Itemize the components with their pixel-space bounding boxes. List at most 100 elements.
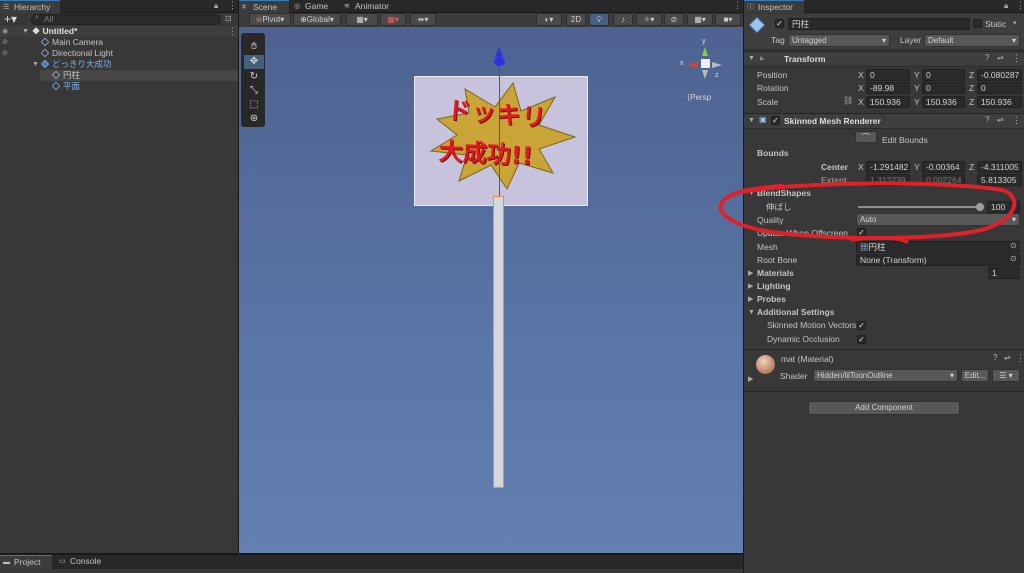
dynamic-occlusion-checkbox[interactable]: ✓	[857, 335, 866, 344]
scene-visibility-icon[interactable]: ⊡	[225, 14, 232, 23]
foldout-icon[interactable]: ▼	[748, 307, 755, 318]
move-gizmo-y-axis[interactable]	[499, 45, 500, 205]
search-input[interactable]: All	[31, 14, 221, 25]
more-icon[interactable]: ⋮	[228, 26, 237, 37]
tab-inspector[interactable]: ⓘ Inspector	[744, 0, 804, 13]
grid-toggle-dropdown[interactable]: ▦▾	[687, 13, 713, 26]
axis-y-cone[interactable]	[702, 47, 708, 56]
hidden-objects-toggle[interactable]: ⊘	[664, 13, 684, 26]
scene-viewport[interactable]: ドッキリ 大成功!!	[239, 27, 743, 553]
scene-foldout-icon[interactable]: ▼	[22, 26, 29, 37]
foldout-icon[interactable]: ▶	[748, 268, 753, 279]
layer-dropdown[interactable]: Default ▾	[924, 34, 1020, 47]
audio-toggle-button[interactable]: ♪	[613, 13, 633, 26]
tab-game[interactable]: ◎ Game	[291, 0, 337, 13]
foldout-icon[interactable]: ▼	[748, 115, 755, 126]
static-dropdown-icon[interactable]: ▾	[1013, 19, 1017, 27]
add-component-button[interactable]: Add Component	[808, 401, 960, 415]
visibility-eye-icon[interactable]: ⊘	[2, 37, 8, 48]
scale-tool-icon[interactable]: ⤡	[244, 84, 264, 98]
foldout-icon[interactable]: ▶	[748, 374, 753, 385]
snap-increment-button[interactable]: ▦▾	[380, 13, 406, 26]
list-item[interactable]: Main Camera	[40, 37, 103, 48]
position-y-field[interactable]: 0	[922, 69, 965, 81]
effects-dropdown[interactable]: ✧▾	[636, 13, 662, 26]
list-item[interactable]: 円柱	[51, 70, 80, 81]
global-dropdown[interactable]: ⊕Global▾	[293, 13, 341, 26]
link-icon[interactable]: ⛓︎	[843, 96, 853, 105]
axis-x-cone[interactable]	[687, 62, 697, 68]
list-item[interactable]: 平面	[51, 81, 80, 92]
materials-count-field[interactable]: 1	[988, 267, 1020, 279]
scale-z-field[interactable]: 150.936	[977, 96, 1022, 108]
add-icon[interactable]: +▾	[4, 13, 17, 25]
edit-bounds-toggle[interactable]: ⌒	[855, 131, 877, 143]
scale-x-field[interactable]: 150.936	[866, 96, 910, 108]
list-item[interactable]: どっきり大成功	[40, 59, 112, 70]
help-icon[interactable]: ?	[985, 53, 989, 62]
scene-item[interactable]: ❖ Untitled*	[32, 26, 77, 37]
foldout-icon[interactable]: ▼	[32, 59, 39, 70]
foldout-icon[interactable]: ▼	[748, 53, 755, 64]
preset-icon[interactable]: ⇌	[997, 53, 1004, 62]
object-name-field[interactable]: 円柱	[788, 18, 970, 30]
more-icon[interactable]: ⋮	[1016, 353, 1024, 364]
tag-dropdown[interactable]: Untagged ▾	[788, 34, 890, 47]
rect-tool-icon[interactable]: ⬚	[244, 98, 264, 112]
tab-project[interactable]: ▬ Project	[0, 555, 52, 569]
tab-scene[interactable]: # Scene	[239, 0, 289, 13]
tab-console[interactable]: ▭ Console	[56, 555, 108, 569]
sign-board[interactable]: ドッキリ 大成功!!	[414, 76, 588, 206]
preset-icon[interactable]: ⇌	[997, 115, 1004, 124]
scale-y-field[interactable]: 150.936	[922, 96, 965, 108]
active-checkbox[interactable]: ✓	[775, 19, 784, 28]
move-tool-icon[interactable]: ✥	[244, 55, 264, 69]
axis-neg-x-cone[interactable]	[712, 62, 722, 68]
skinned-motion-checkbox[interactable]: ✓	[857, 321, 866, 330]
visibility-eye-icon[interactable]: ⊘	[2, 48, 8, 59]
more-icon[interactable]: ⋮	[1012, 53, 1021, 64]
camera-dropdown[interactable]: ■▾	[715, 13, 741, 26]
foldout-icon[interactable]: ▶	[748, 281, 753, 292]
transform-tool-icon[interactable]: ⊛	[244, 112, 264, 126]
position-x-field[interactable]: 0	[866, 69, 910, 81]
shader-edit-button[interactable]: Edit...	[961, 369, 989, 382]
lock-icon[interactable]: 🔒︎	[214, 1, 218, 11]
rotation-z-field[interactable]: 0	[977, 82, 1022, 94]
toggle-2d-button[interactable]: 2D	[566, 13, 586, 26]
center-y-field[interactable]: -0.00364	[922, 161, 965, 173]
axis-neg-y-cone[interactable]	[702, 70, 708, 79]
root-bone-field[interactable]: None (Transform)	[856, 254, 1020, 266]
pivot-dropdown[interactable]: ⊕Pivot▾	[249, 13, 291, 26]
center-z-field[interactable]: -4.311005	[977, 161, 1022, 173]
scene-orientation-gizmo[interactable]: y x z	[680, 38, 732, 90]
renderer-enabled-checkbox[interactable]: ✓	[771, 116, 780, 125]
more-icon[interactable]: ⋮	[228, 0, 237, 11]
shader-options-dropdown[interactable]: ☰ ▾	[992, 369, 1020, 382]
move-gizmo-y-arrow[interactable]	[495, 47, 503, 57]
increment-snap-button[interactable]: ⇹▾	[410, 13, 436, 26]
move-gizmo-center[interactable]	[494, 57, 505, 66]
static-checkbox[interactable]	[973, 19, 982, 28]
help-icon[interactable]: ?	[985, 115, 989, 124]
projection-label[interactable]: ⟨Persp	[687, 93, 711, 102]
shading-mode-dropdown[interactable]: ◐▾	[536, 13, 562, 26]
foldout-icon[interactable]: ▶	[748, 294, 753, 305]
preset-icon[interactable]: ⇌	[1004, 353, 1011, 362]
grid-snap-dropdown[interactable]: ▦▾	[346, 13, 378, 26]
object-picker-icon[interactable]: ⊙	[1010, 254, 1017, 263]
more-icon[interactable]: ⋮	[1016, 0, 1024, 11]
list-item[interactable]: Directional Light	[40, 48, 113, 59]
lighting-toggle-button[interactable]: 💡︎	[589, 13, 609, 26]
visibility-eye-icon[interactable]: ◉	[2, 26, 8, 37]
selected-pole[interactable]	[493, 196, 504, 488]
rotate-tool-icon[interactable]: ↻	[244, 70, 264, 84]
more-icon[interactable]: ⋮	[1012, 115, 1021, 126]
help-icon[interactable]: ?	[993, 353, 997, 362]
tab-animator[interactable]: ≋ Animator	[341, 0, 403, 13]
position-z-field[interactable]: -0.080287	[977, 69, 1022, 81]
hand-tool-icon[interactable]: ✋︎	[244, 40, 264, 54]
rotation-y-field[interactable]: 0	[922, 82, 965, 94]
rotation-x-field[interactable]: -89.98	[866, 82, 910, 94]
shader-dropdown[interactable]: Hidden/lilToonOutline ▾	[813, 369, 958, 382]
